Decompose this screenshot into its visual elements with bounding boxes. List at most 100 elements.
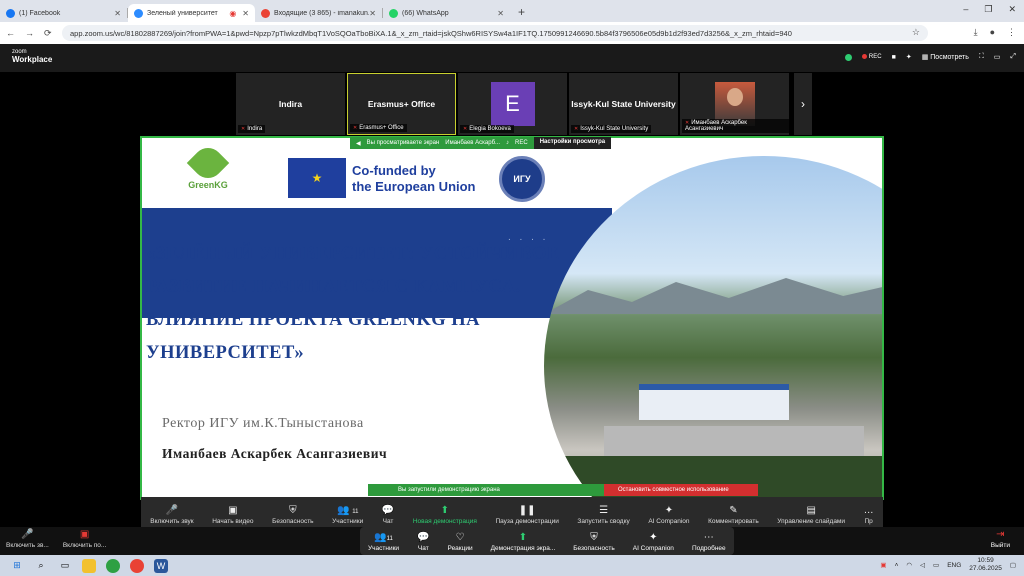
forward-icon[interactable]: →: [25, 28, 34, 38]
file-explorer-icon[interactable]: [82, 558, 96, 573]
search-icon[interactable]: ⌕: [34, 559, 48, 573]
tab-zoom[interactable]: Зеленый университет ◉ ✕: [128, 4, 255, 22]
toolbar-label: Новая демонстрация: [412, 518, 477, 525]
toolbar-label: Чат: [417, 545, 429, 552]
clock[interactable]: 10:59 27.06.2025: [969, 557, 1002, 573]
participants-button[interactable]: 👥 11 Участники: [332, 505, 363, 525]
exit-fullscreen-icon[interactable]: ⤢: [1010, 53, 1016, 61]
toolbar-label: Подробнее: [691, 545, 726, 552]
participant-tile[interactable]: Indira Indira: [236, 73, 345, 135]
close-icon[interactable]: ✕: [242, 9, 249, 18]
reactions-button[interactable]: ♡ Реакции: [448, 532, 473, 552]
university-building: [639, 384, 789, 420]
close-window-button[interactable]: ✕: [1008, 4, 1016, 15]
new-tab-button[interactable]: +: [518, 5, 525, 19]
chevron-right-icon[interactable]: ›: [794, 73, 812, 135]
stop-recording-icon[interactable]: ■: [892, 54, 896, 61]
toolbar-label: Участники: [332, 518, 364, 525]
participants-button[interactable]: 👥11 Участники: [368, 532, 399, 552]
bookmark-star-icon[interactable]: ☆: [912, 27, 920, 38]
task-view-icon[interactable]: ▭: [58, 559, 72, 573]
toolbar-label: AI Companion: [648, 518, 690, 525]
start-video-button[interactable]: ▣ Начать видео: [212, 505, 253, 525]
participant-tile-active-speaker[interactable]: Erasmus+ Office Erasmus+ Office: [347, 73, 456, 135]
greenkg-label: GreenKG: [188, 180, 228, 190]
tab-facebook[interactable]: (1) Facebook ✕: [0, 4, 127, 22]
chrome-icon[interactable]: [130, 558, 144, 573]
tray-app-icon[interactable]: ▣: [880, 561, 886, 569]
maximize-button[interactable]: ❐: [984, 4, 992, 15]
chat-button[interactable]: 💬 Чат: [417, 532, 429, 552]
word-icon[interactable]: W: [154, 558, 168, 573]
tab-whatsapp[interactable]: (66) WhatsApp ✕: [383, 4, 510, 22]
language-indicator[interactable]: ENG: [947, 562, 961, 569]
start-summary-button[interactable]: ☰ Запустить сводку: [577, 505, 629, 525]
video-off-icon: ▣: [228, 505, 238, 516]
shield-icon: ⛨: [289, 505, 297, 516]
security-button[interactable]: ⛨ Безопасность: [573, 532, 614, 552]
banner-rec: REC: [515, 140, 528, 146]
menu-icon[interactable]: ⋮: [1007, 27, 1016, 38]
rec-indicator: REC: [862, 54, 882, 60]
participant-tile[interactable]: Issyk-Kul State University Issyk-Kul Sta…: [569, 73, 678, 135]
volume-icon[interactable]: ◁: [920, 561, 925, 569]
toolbar-label: Реакции: [447, 545, 473, 552]
zoom-toolbar: 🎤 Включить зв... ▣ Включить по... 👥11 Участ…: [0, 527, 1024, 555]
university-seal: ИГУ: [499, 156, 545, 202]
battery-icon[interactable]: ▭: [933, 561, 939, 569]
wifi-icon[interactable]: ◠: [906, 561, 912, 569]
chevron-up-icon[interactable]: ˄: [895, 562, 899, 569]
annotate-icon: ✎: [729, 505, 738, 516]
share-screen-icon: ⬆: [518, 532, 528, 543]
slides-control-button[interactable]: ▤ Управление слайдами: [777, 505, 845, 525]
new-share-button[interactable]: ⬆ Новая демонстрация: [413, 505, 477, 525]
pip-icon[interactable]: ▭: [994, 53, 1001, 61]
time: 10:59: [977, 557, 994, 564]
share-screen-button[interactable]: ⬆ Демонстрация экра...: [491, 532, 556, 552]
mic-off-icon: 🎤: [21, 529, 34, 540]
ai-companion-button[interactable]: ✦ AI Companion: [633, 532, 674, 552]
close-icon[interactable]: ✕: [114, 9, 121, 18]
ai-companion-button[interactable]: ✦ AI Companion: [648, 505, 689, 525]
view-settings-button[interactable]: Настройки просмотра: [533, 137, 612, 149]
viewing-label: Вы просматриваете экран: [366, 140, 440, 146]
profile-avatar-icon[interactable]: ●: [990, 27, 995, 38]
windows-start-icon[interactable]: ⊞: [10, 559, 24, 573]
toolbar-label: AI Companion: [632, 545, 674, 552]
notifications-icon[interactable]: ▢: [1010, 561, 1016, 569]
view-button[interactable]: ▦ Посмотреть: [922, 53, 969, 61]
leave-button[interactable]: ⇥ Выйти: [991, 529, 1010, 549]
reload-icon[interactable]: ⟳: [44, 28, 52, 39]
annotate-button[interactable]: ✎ Комментировать: [708, 505, 759, 525]
more-button[interactable]: ⋯ Подробнее: [692, 532, 726, 552]
windows-taskbar: ⊞ ⌕ ▭ W ▣ ˄ ◠ ◁ ▭ ENG 10:59 27.06.2025 ▢: [0, 555, 1024, 576]
tab-gmail[interactable]: Входящие (3 865) - imanakun... ✕: [255, 4, 382, 22]
more-button[interactable]: … Пр: [864, 505, 874, 525]
stop-sharing-button[interactable]: Остановить совместное использование: [604, 484, 758, 496]
security-button[interactable]: ⛨ Безопасность: [272, 505, 313, 525]
browser-tab-bar: (1) Facebook ✕ Зеленый университет ◉ ✕ В…: [0, 0, 1024, 22]
participant-display: Issyk-Kul State University: [571, 99, 676, 109]
fullscreen-icon[interactable]: ⛶: [979, 53, 984, 61]
close-icon[interactable]: ✕: [497, 9, 504, 18]
download-icon[interactable]: ⤓: [974, 27, 978, 38]
pin-icon[interactable]: ✦: [906, 53, 912, 61]
toolbar-label: Включить звук: [150, 518, 194, 525]
eu-line-1: Co-funded by: [352, 163, 436, 178]
mute-button[interactable]: 🎤 Включить звук: [150, 505, 193, 525]
back-icon[interactable]: ←: [6, 28, 15, 38]
chat-button[interactable]: 💬 Чат: [382, 505, 394, 525]
xbox-icon[interactable]: [106, 558, 120, 573]
close-icon[interactable]: ✕: [369, 9, 376, 18]
toolbar-label: Чат: [382, 518, 394, 525]
pause-share-button[interactable]: ❚❚ Пауза демонстрации: [495, 505, 558, 525]
video-off-icon: ▣: [79, 529, 90, 540]
minimize-button[interactable]: –: [963, 4, 968, 15]
unmute-button[interactable]: 🎤 Включить зв...: [6, 529, 49, 549]
slide-title-line: РАЗВИТИЕ НАЧИНАЕТСЯ С КАМПУСА.: [146, 277, 521, 297]
participant-tile[interactable]: E Elegia Bokoeva: [458, 73, 567, 135]
more-icon: …: [863, 505, 874, 516]
start-video-button[interactable]: ▣ Включить по...: [63, 529, 107, 549]
participant-tile[interactable]: Иманбаев Аскарбек Асангазиевич: [680, 73, 789, 135]
url-field[interactable]: app.zoom.us/wc/81802887269/join?fromPWA=…: [62, 25, 928, 41]
